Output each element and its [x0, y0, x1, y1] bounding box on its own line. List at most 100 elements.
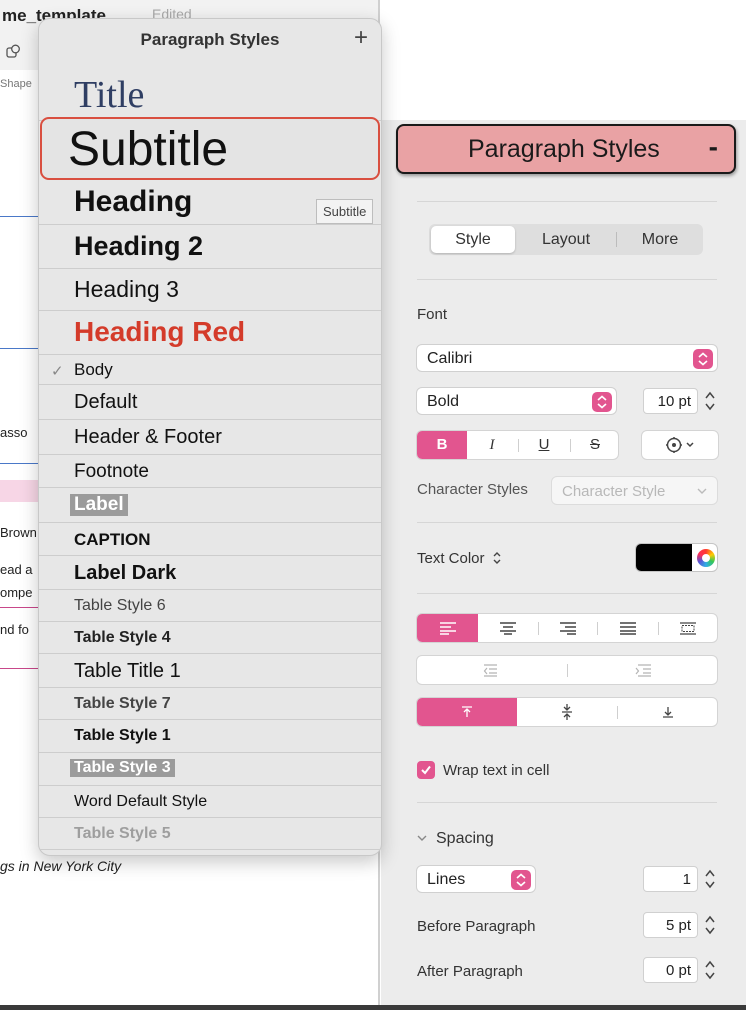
wrap-text-checkbox[interactable]: [417, 761, 435, 779]
paragraph-styles-button[interactable]: Paragraph Styles -: [396, 124, 736, 174]
up-down-chevrons-icon: [693, 349, 713, 369]
divider: [417, 593, 717, 594]
auto-align-button[interactable]: [659, 614, 717, 642]
character-style-dropdown[interactable]: Character Style: [551, 476, 718, 505]
line-spacing-mode-dropdown[interactable]: Lines: [416, 865, 536, 893]
chevron-down-icon[interactable]: [417, 834, 427, 842]
style-item-subtitle-selected[interactable]: Subtitle: [40, 117, 380, 180]
style-item[interactable]: Heading 3: [39, 269, 381, 311]
document-rule: [0, 348, 40, 349]
font-size-stepper-icon[interactable]: [703, 388, 717, 414]
tab-style[interactable]: Style: [431, 226, 515, 253]
text-color-label[interactable]: Text Color: [417, 550, 485, 567]
character-styles-label: Character Styles: [417, 481, 528, 498]
font-size-value: 10 pt: [657, 393, 691, 410]
style-item[interactable]: Heading 2: [39, 225, 381, 269]
style-item[interactable]: ✓ Body: [39, 355, 381, 385]
style-item-label: Heading Red: [74, 316, 246, 347]
after-paragraph-stepper-icon[interactable]: [703, 957, 717, 983]
line-spacing-field[interactable]: 1: [643, 866, 698, 892]
justify-button[interactable]: [598, 614, 658, 642]
style-item-label: Heading: [74, 185, 193, 218]
text-options-button[interactable]: [641, 430, 719, 460]
document-rule: [0, 668, 40, 669]
style-item[interactable]: Table Style 7: [39, 688, 381, 720]
font-section-label: Font: [417, 306, 448, 323]
text-color-well[interactable]: [635, 543, 718, 572]
strikethrough-button[interactable]: S: [571, 431, 618, 459]
tab-layout[interactable]: Layout: [519, 226, 613, 253]
style-item-label: Header & Footer: [74, 426, 222, 448]
horizontal-alignment: [416, 613, 718, 643]
style-item[interactable]: Word Default Style: [39, 786, 381, 818]
before-paragraph-field[interactable]: 5 pt: [643, 912, 698, 938]
add-style-button[interactable]: +: [349, 23, 373, 53]
style-item[interactable]: Title: [39, 63, 381, 121]
up-down-chevrons-icon: [511, 870, 531, 890]
style-item-label: Default: [74, 391, 138, 413]
font-weight-dropdown[interactable]: Bold: [416, 387, 617, 415]
wrap-text-label[interactable]: Wrap text in cell: [443, 762, 549, 779]
up-down-chevrons-icon: [592, 392, 612, 412]
justify-icon: [620, 622, 636, 635]
align-middle-button[interactable]: [517, 698, 617, 726]
document-rule: [0, 607, 40, 608]
text-color-swatch: [636, 544, 692, 571]
font-weight-value: Bold: [427, 393, 460, 410]
style-item[interactable]: Heading Red: [39, 311, 381, 355]
style-item[interactable]: Footnote: [39, 455, 381, 488]
style-item-label: Table Style 7: [74, 695, 171, 712]
align-top-button[interactable]: [417, 698, 517, 726]
align-bottom-icon: [662, 707, 673, 718]
style-item-label: Table Style 3: [70, 759, 175, 777]
underline-button[interactable]: U: [519, 431, 569, 459]
before-paragraph-stepper-icon[interactable]: [703, 912, 717, 938]
style-item[interactable]: Table Style 3: [39, 753, 381, 786]
style-item[interactable]: Header & Footer: [39, 420, 381, 455]
gear-chevron-icon: [666, 437, 694, 453]
align-left-icon: [439, 622, 456, 635]
style-item-label: Title: [74, 74, 145, 116]
style-item[interactable]: CAPTION: [39, 523, 381, 556]
style-item[interactable]: Label: [39, 488, 381, 523]
after-paragraph-field[interactable]: 0 pt: [643, 957, 698, 983]
collapse-indicator: -: [708, 131, 718, 162]
italic-button[interactable]: I: [467, 431, 517, 459]
bottom-edge: [0, 1005, 746, 1010]
color-wheel-icon[interactable]: [697, 549, 715, 567]
align-right-button[interactable]: [539, 614, 597, 642]
style-item[interactable]: Default: [39, 385, 381, 420]
font-size-field[interactable]: 10 pt: [643, 388, 698, 414]
document-text: nd fo: [0, 622, 29, 637]
document-italic-text: gs in New York City: [0, 858, 122, 874]
style-item[interactable]: Label Dark: [39, 556, 381, 590]
paragraph-styles-button-label: Paragraph Styles: [468, 135, 660, 163]
align-center-button[interactable]: [478, 614, 538, 642]
line-spacing-stepper-icon[interactable]: [703, 866, 717, 892]
decrease-indent-icon: [483, 664, 497, 677]
after-paragraph-label: After Paragraph: [417, 963, 523, 980]
up-down-chevrons-icon[interactable]: [492, 551, 502, 565]
style-item[interactable]: Table Style 5: [39, 818, 381, 850]
decrease-indent-button[interactable]: [417, 656, 567, 684]
document-rule: [0, 216, 40, 217]
align-bottom-button[interactable]: [618, 698, 717, 726]
style-item[interactable]: Table Style 1: [39, 720, 381, 753]
style-item-label: Label: [70, 494, 128, 516]
font-family-dropdown[interactable]: Calibri: [416, 344, 718, 372]
tab-more[interactable]: More: [619, 226, 701, 253]
inspector-top-area: [381, 0, 746, 120]
before-paragraph-label: Before Paragraph: [417, 918, 536, 935]
spacing-section-label[interactable]: Spacing: [436, 830, 494, 848]
divider: [417, 522, 717, 523]
shape-icon[interactable]: [6, 44, 21, 59]
style-item[interactable]: Table Style 4: [39, 622, 381, 654]
style-item[interactable]: Table Style 6: [39, 590, 381, 622]
increase-indent-button[interactable]: [568, 656, 717, 684]
style-item-label: CAPTION: [74, 530, 151, 549]
bold-button[interactable]: B: [417, 431, 467, 459]
align-left-button[interactable]: [417, 614, 478, 642]
shape-toolbar-label: Shape: [0, 78, 32, 90]
document-text: ead a: [0, 562, 33, 577]
style-item[interactable]: Table Title 1: [39, 654, 381, 688]
